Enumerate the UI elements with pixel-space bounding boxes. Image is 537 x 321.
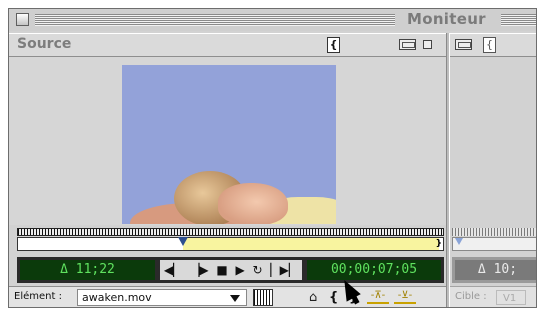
step-forward-icon[interactable]: ▕▶ bbox=[190, 260, 208, 280]
video-face bbox=[218, 183, 288, 224]
monitor-window: Moniteur Source { { } Δ 11;22 ◀▏ ▕▶ ■ ▶ … bbox=[8, 8, 537, 308]
mark-in-icon[interactable]: ⌂ bbox=[309, 290, 317, 305]
single-view-icon[interactable] bbox=[399, 39, 416, 50]
chevron-down-icon bbox=[230, 295, 240, 302]
program-time-ruler[interactable] bbox=[452, 228, 536, 236]
window-title: Moniteur bbox=[401, 10, 492, 28]
close-box[interactable] bbox=[16, 13, 29, 26]
target-track[interactable]: V1 bbox=[496, 290, 526, 305]
program-controls: Δ 10; bbox=[452, 257, 536, 283]
source-controls: Δ 11;22 ◀▏ ▕▶ ■ ▶ ↻ ▏▶▏ 00;00;07;05 bbox=[17, 257, 444, 283]
transport-controls: ◀▏ ▕▶ ■ ▶ ↻ ▏▶▏ bbox=[160, 260, 302, 280]
lift-icon[interactable]: -⊼- bbox=[367, 290, 389, 304]
program-bottom-bar: Cible : V1 bbox=[450, 286, 536, 307]
window-titlebar[interactable]: Moniteur bbox=[9, 9, 536, 31]
program-scrub-bar[interactable] bbox=[452, 237, 536, 251]
stop-icon[interactable]: ■ bbox=[216, 260, 227, 280]
clip-dropdown[interactable]: awaken.mov bbox=[77, 289, 247, 306]
titlebar-stripes-right bbox=[501, 14, 536, 26]
loop-icon[interactable]: ↻ bbox=[253, 260, 263, 280]
set-in-point-icon[interactable]: { bbox=[329, 290, 338, 305]
out-point-marker: } bbox=[435, 239, 442, 249]
program-duration[interactable]: Δ 10; bbox=[455, 260, 536, 280]
playhead-icon[interactable] bbox=[178, 237, 188, 246]
play-in-out-icon[interactable]: ▏▶▏ bbox=[270, 260, 298, 280]
clip-label: Elément : bbox=[14, 291, 62, 302]
source-bracket-button[interactable]: { bbox=[327, 37, 340, 53]
target-label: Cible : bbox=[455, 291, 487, 302]
play-icon[interactable]: ▶ bbox=[236, 260, 245, 280]
source-video-frame[interactable] bbox=[122, 65, 336, 224]
time-ruler[interactable] bbox=[17, 228, 444, 236]
filmstrip-icon[interactable] bbox=[253, 289, 273, 306]
program-panel: Δ 10; Cible : V1 bbox=[450, 33, 536, 307]
program-viewer bbox=[450, 57, 536, 225]
source-title: Source bbox=[17, 36, 72, 52]
source-timecode[interactable]: 00;00;07;05 bbox=[307, 260, 441, 280]
split-view-icon[interactable] bbox=[423, 40, 432, 49]
step-back-icon[interactable]: ◀▏ bbox=[164, 260, 182, 280]
in-out-range bbox=[183, 238, 439, 250]
titlebar-stripes bbox=[35, 14, 395, 26]
extract-icon[interactable]: -⊻- bbox=[394, 290, 416, 304]
source-viewer bbox=[9, 57, 446, 225]
clip-dropdown-value: awaken.mov bbox=[82, 291, 152, 304]
source-duration[interactable]: Δ 11;22 bbox=[20, 260, 155, 280]
source-bottom-bar: Elément : awaken.mov ⌂ { } -⊼- -⊻- bbox=[9, 286, 446, 307]
source-scrub-bar[interactable]: } bbox=[17, 237, 444, 251]
